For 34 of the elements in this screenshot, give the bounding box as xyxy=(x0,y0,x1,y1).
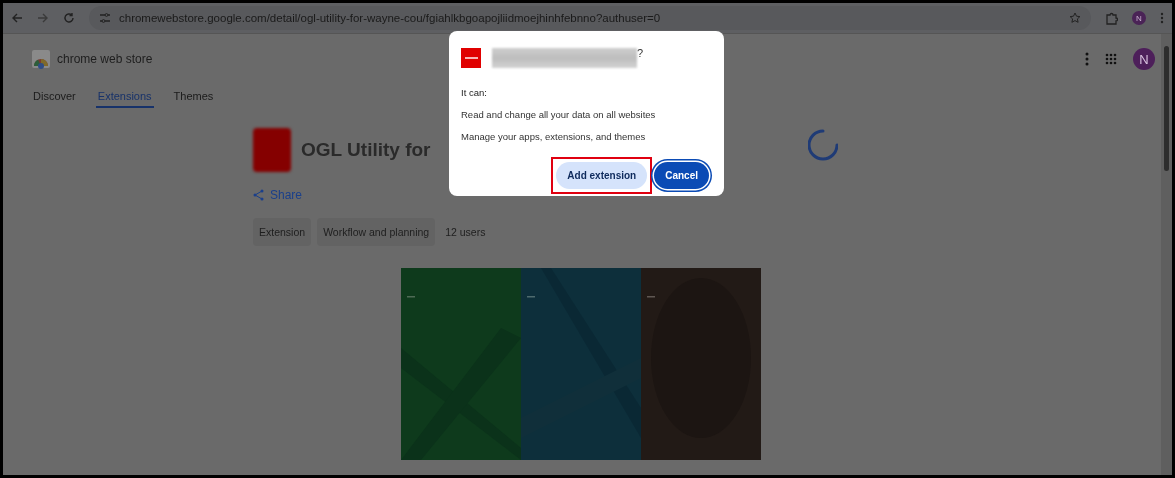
dialog-title: ? xyxy=(637,47,644,59)
back-icon[interactable] xyxy=(11,12,23,24)
tune-icon[interactable] xyxy=(99,13,111,23)
permission-text: Manage your apps, extensions, and themes xyxy=(461,131,647,142)
nav-tab[interactable]: Extensions xyxy=(95,84,154,108)
nav-tab[interactable]: Discover xyxy=(31,84,78,108)
scrollbar[interactable] xyxy=(1161,34,1172,475)
account-avatar[interactable]: N xyxy=(1133,48,1155,70)
more-options-icon[interactable] xyxy=(1085,52,1089,66)
permission-intro: It can: xyxy=(461,87,488,98)
category-chip[interactable]: Workflow and planning xyxy=(317,218,436,246)
apps-grid-icon[interactable] xyxy=(1105,53,1117,65)
nav-tab[interactable]: Themes xyxy=(171,84,216,108)
puzzle-icon[interactable] xyxy=(1105,11,1118,25)
user-count: 12 users xyxy=(445,226,486,238)
bookmark-star-icon[interactable] xyxy=(1069,12,1081,24)
extension-logo-icon xyxy=(461,48,481,68)
menu-icon[interactable] xyxy=(1160,12,1164,24)
cancel-button[interactable]: Cancel xyxy=(654,162,709,189)
profile-avatar[interactable]: N xyxy=(1132,11,1146,25)
forward-icon[interactable] xyxy=(37,12,49,24)
store-name: chrome web store xyxy=(57,52,153,66)
share-icon[interactable] xyxy=(253,189,264,201)
extension-title: OGL Utility for xyxy=(301,139,431,161)
share-button[interactable]: Share xyxy=(253,186,303,204)
loading-spinner-icon xyxy=(808,129,838,161)
permission-text: Read and change all your data on all websites xyxy=(461,109,657,120)
reload-icon[interactable] xyxy=(63,12,75,24)
address-bar[interactable]: chromewebstore.google.com/detail/ogl-utility-for-wayne-cou/fgiahlkbgoapojliidmoejhinhfebnno?authuser=0 xyxy=(89,6,1091,30)
extension-icon xyxy=(253,128,291,172)
url-text: chromewebstore.google.com/detail/ogl-utility-for-wayne-cou/fgiahlkbgoapojliidmoejhinhfebnno?authuser=0 xyxy=(119,12,661,24)
store-logo-icon[interactable] xyxy=(31,49,51,69)
add-extension-button[interactable]: Add extension xyxy=(556,162,648,189)
category-chip[interactable]: Extension xyxy=(253,218,312,246)
